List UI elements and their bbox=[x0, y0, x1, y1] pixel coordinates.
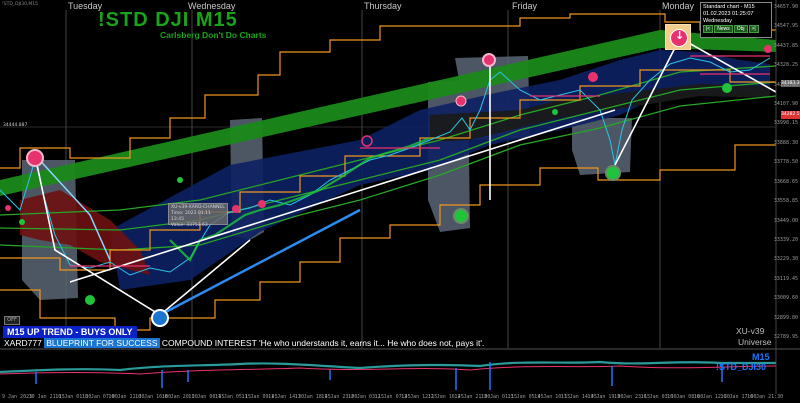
price-tick: 33558.85 bbox=[773, 198, 798, 205]
tooltip-value: Value: 33753.63 bbox=[171, 223, 208, 228]
down-arrow-icon: ↓ bbox=[675, 29, 685, 42]
price-tick: 33229.30 bbox=[773, 256, 798, 263]
price-tick: 34437.85 bbox=[773, 42, 798, 49]
subwindow-symbol: !STD_DJI30 bbox=[716, 362, 767, 372]
forward-button[interactable]: >| bbox=[748, 25, 759, 33]
sell-dot bbox=[764, 45, 772, 53]
price-tick: 33668.65 bbox=[773, 178, 798, 185]
sell-dot bbox=[26, 149, 44, 167]
price-tick: 33888.30 bbox=[773, 139, 798, 146]
price-marker-label: 34444.887 bbox=[3, 123, 28, 128]
price-tick: 32899.80 bbox=[773, 314, 798, 321]
info-chart-type: Standard chart - M15 bbox=[703, 4, 755, 10]
day-label-monday: Monday bbox=[662, 1, 695, 11]
blueprint-label: BLUEPRINT FOR SUCCESS bbox=[44, 338, 160, 348]
universe-label: Universe bbox=[738, 337, 772, 347]
ticker-row: XARD777 BLUEPRINT FOR SUCCESS COMPOUND I… bbox=[4, 338, 484, 348]
trend-banner: M15 UP TREND - BUYS ONLY bbox=[3, 326, 137, 338]
brand-label: XARD777 bbox=[4, 338, 42, 348]
sell-dot bbox=[258, 200, 266, 208]
price-tick: 33339.20 bbox=[773, 236, 798, 243]
price-tick: 34107.90 bbox=[773, 101, 798, 108]
buy-dot bbox=[177, 177, 183, 183]
compound-quote: COMPOUND INTEREST 'He who understands it… bbox=[161, 338, 485, 348]
indicator-tooltip: XU-v39-XARD-CHANNEL Time: 2023.01.11 13:… bbox=[168, 203, 228, 228]
version-label: XU-v39 bbox=[736, 326, 765, 336]
sell-dot bbox=[455, 95, 467, 107]
price-tick: 33778.50 bbox=[773, 159, 798, 166]
news-button[interactable]: News bbox=[714, 25, 733, 33]
off-toggle-button[interactable]: OFF bbox=[4, 316, 20, 325]
sell-dot bbox=[232, 205, 240, 213]
info-weekday: Wednesday bbox=[703, 18, 732, 24]
price-tick: 34328.25 bbox=[773, 62, 798, 69]
chart-subtitle: Carlsberg Don't Do Charts bbox=[160, 30, 267, 40]
buy-dot bbox=[722, 83, 732, 93]
time-tick: 16 Jan 21:30 bbox=[747, 394, 784, 400]
sell-arrow-icon[interactable]: ↓ bbox=[665, 24, 691, 50]
buy-dot bbox=[85, 295, 95, 305]
price-tick: 33449.00 bbox=[773, 217, 798, 224]
day-label-friday: Friday bbox=[512, 1, 538, 11]
day-label-thursday: Thursday bbox=[364, 1, 402, 11]
buy-dot bbox=[605, 165, 621, 181]
objects-button[interactable]: Obj bbox=[733, 25, 748, 33]
price-tick: 33009.60 bbox=[773, 295, 798, 302]
tooltip-time: Time: 2023.01.11 13:45 bbox=[171, 211, 211, 222]
price-tick: 32789.95 bbox=[773, 334, 798, 340]
subwindow-background bbox=[0, 350, 776, 394]
current-price-label: 34282.55 bbox=[781, 111, 800, 119]
symbol-corner-label: !STD_DJI30,M15 bbox=[2, 2, 39, 7]
subwindow-timeframe: M15 bbox=[752, 352, 770, 362]
chart-info-panel: Standard chart - M15 01.02.2023 01:25:07… bbox=[700, 2, 772, 38]
price-tick: 34218.00 bbox=[773, 81, 798, 88]
price-tick: 33998.15 bbox=[773, 120, 798, 127]
buy-dot bbox=[151, 309, 169, 327]
time-tick: 9 Jan 2023 bbox=[2, 394, 33, 400]
price-tick: 34657.90 bbox=[773, 4, 798, 10]
chart-title: !STD DJI M15 bbox=[98, 9, 238, 31]
sell-dot bbox=[482, 53, 496, 67]
buy-dot bbox=[552, 109, 558, 115]
sell-dot bbox=[588, 72, 598, 82]
price-tick: 33119.45 bbox=[773, 275, 798, 282]
buy-dot bbox=[19, 219, 25, 225]
back-button[interactable]: |< bbox=[703, 25, 714, 33]
sell-dot bbox=[5, 205, 11, 211]
buy-dot bbox=[453, 208, 469, 224]
price-tick: 34547.95 bbox=[773, 23, 798, 30]
info-datetime: 01.02.2023 01:25:07 bbox=[703, 11, 754, 17]
